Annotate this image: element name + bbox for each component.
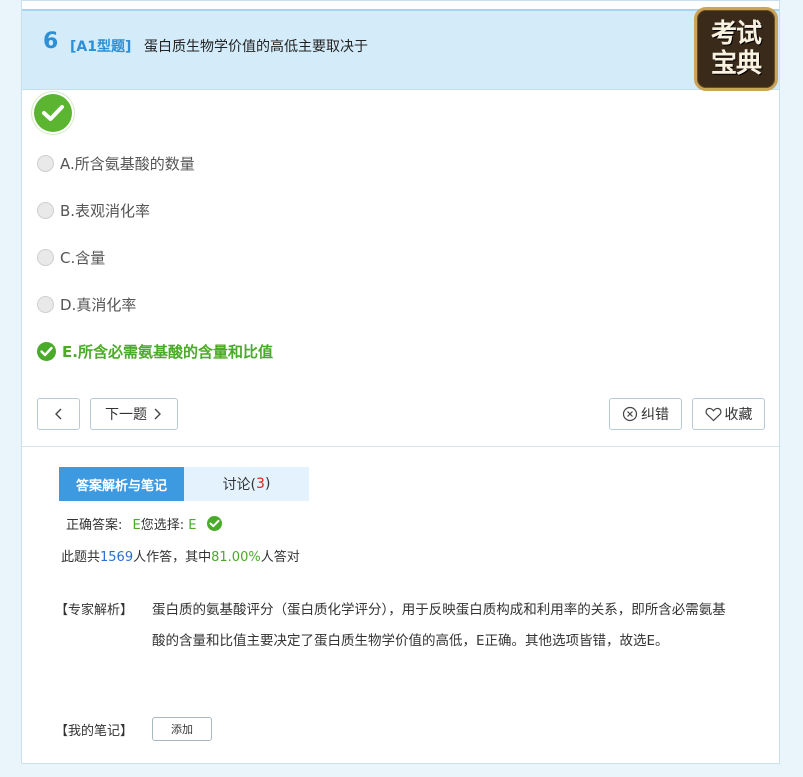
- question-header: 6 [A1型题] 蛋白质生物学价值的高低主要取决于: [22, 9, 779, 90]
- answered-correct-icon: [34, 94, 72, 132]
- add-note-button[interactable]: 添加: [152, 717, 212, 741]
- stats-rate: 81.00%: [211, 550, 261, 565]
- prev-question-button[interactable]: [37, 398, 80, 430]
- answer-summary: 正确答案: E您选择: E: [66, 514, 222, 533]
- radio-icon: [37, 201, 54, 219]
- favorite-button[interactable]: 收藏: [692, 398, 765, 430]
- correct-answer-label: 正确答案:: [66, 518, 123, 533]
- your-choice-value: E: [188, 518, 197, 533]
- logo-line-2: 宝典: [710, 49, 762, 79]
- option-e[interactable]: E.所含必需氨基酸的含量和比值: [37, 339, 273, 363]
- section-divider: [22, 446, 779, 447]
- option-c[interactable]: C.含量: [37, 245, 105, 269]
- radio-icon: [37, 154, 54, 172]
- close-circle-icon: [622, 406, 638, 422]
- chevron-left-icon: [54, 408, 61, 420]
- your-choice-label: 您选择:: [140, 518, 185, 533]
- tab-discussion-label: 讨论(: [222, 477, 257, 493]
- next-question-button[interactable]: 下一题: [90, 398, 178, 430]
- tab-analysis-notes[interactable]: 答案解析与笔记: [59, 467, 184, 501]
- option-label: B.表观消化率: [60, 201, 151, 220]
- stats-middle: 人作答，其中: [133, 550, 212, 565]
- option-label: E.所含必需氨基酸的含量和比值: [62, 342, 273, 361]
- favorite-label: 收藏: [724, 407, 753, 423]
- check-circle-icon: [37, 341, 56, 361]
- report-error-label: 纠错: [641, 407, 669, 423]
- question-type: [A1型题]: [70, 39, 132, 55]
- stats-prefix: 此题共: [61, 550, 101, 565]
- tab-discussion[interactable]: 讨论(3): [184, 467, 309, 501]
- discussion-count: 3: [256, 476, 265, 492]
- tab-discussion-close: ): [264, 476, 271, 492]
- correct-answer-value: E: [132, 518, 141, 533]
- logo-line-1: 考试: [710, 19, 762, 49]
- answer-stats: 此题共1569人作答，其中81.00%人答对: [61, 546, 300, 565]
- next-question-label: 下一题: [105, 407, 147, 423]
- report-error-button[interactable]: 纠错: [609, 398, 682, 430]
- option-b[interactable]: B.表观消化率: [37, 198, 150, 222]
- stats-total: 1569: [100, 550, 134, 565]
- tab-analysis-label: 答案解析与笔记: [75, 478, 167, 494]
- question-number: 6: [43, 29, 59, 54]
- option-a[interactable]: A.所含氨基酸的数量: [37, 151, 195, 175]
- chevron-right-icon: [154, 408, 161, 420]
- add-note-label: 添加: [171, 723, 193, 736]
- check-circle-icon: [206, 516, 222, 531]
- question-card: 6 [A1型题] 蛋白质生物学价值的高低主要取决于 考试 宝典 A.所含氨基酸的…: [21, 0, 780, 764]
- my-notes-label: 【我的笔记】: [55, 724, 134, 739]
- option-label: D.真消化率: [60, 295, 137, 314]
- radio-icon: [37, 248, 54, 266]
- question-text: 蛋白质生物学价值的高低主要取决于: [144, 39, 368, 55]
- expert-analysis-text: 蛋白质的氨基酸评分（蛋白质化学评分），用于反映蛋白质构成和利用率的关系，即所含必…: [152, 602, 726, 649]
- app-logo: 考试 宝典: [694, 7, 778, 91]
- option-label: A.所含氨基酸的数量: [60, 154, 195, 173]
- radio-icon: [37, 295, 54, 313]
- heart-icon: [704, 407, 722, 421]
- expert-analysis-label: 【专家解析】: [55, 603, 134, 618]
- option-label: C.含量: [60, 248, 106, 267]
- stats-suffix: 人答对: [260, 550, 300, 565]
- option-d[interactable]: D.真消化率: [37, 292, 136, 316]
